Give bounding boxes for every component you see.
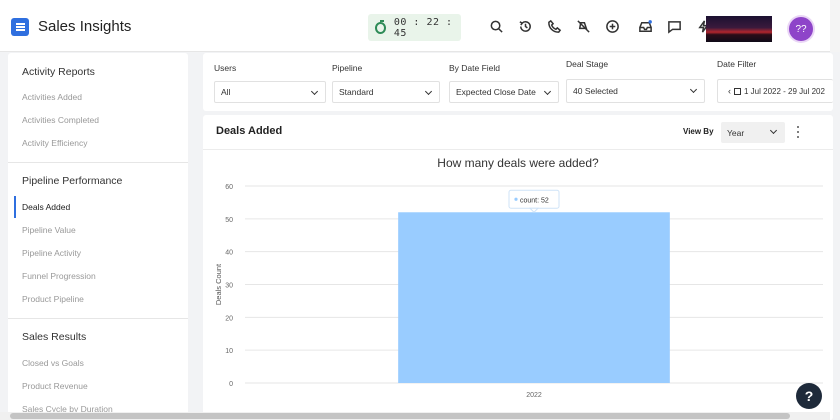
users-label: Users [214, 63, 237, 73]
bar [398, 212, 670, 383]
banner-image[interactable] [706, 16, 772, 42]
y-tick-label: 50 [225, 217, 233, 224]
sidebar-section-sales-results: Sales Results [22, 331, 87, 343]
date-filter-select[interactable]: ‹ 1 Jul 2022 - 29 Jul 202 [717, 79, 833, 103]
vertical-scrollbar[interactable] [830, 0, 840, 52]
search-icon[interactable] [488, 18, 504, 34]
tooltip-pointer [528, 207, 540, 213]
y-tick-label: 10 [225, 348, 233, 355]
top-bar: Sales Insights 00 : 22 : 45 ?? [0, 0, 840, 52]
view-by-label: View By [683, 127, 714, 136]
header-icons [488, 18, 740, 34]
history-icon[interactable] [517, 18, 533, 34]
panel-title: Deals Added [216, 125, 283, 137]
chevron-down-icon [424, 87, 433, 96]
sidebar-item-pipeline-value[interactable]: Pipeline Value [22, 225, 76, 235]
chevron-down-icon [769, 126, 778, 135]
sidebar-item-funnel-progression[interactable]: Funnel Progression [22, 271, 96, 281]
timer-value: 00 : 22 : 45 [393, 16, 453, 39]
menu-icon[interactable] [11, 18, 29, 36]
users-value: All [221, 87, 231, 97]
pipeline-value: Standard [339, 87, 374, 97]
tooltip-text: count: 52 [520, 197, 549, 204]
pipeline-label: Pipeline [332, 63, 363, 73]
deal-stage-label: Deal Stage [566, 59, 609, 69]
scrollbar-thumb[interactable] [10, 413, 790, 419]
mute-icon[interactable] [575, 18, 591, 34]
chevron-down-icon [543, 87, 552, 96]
sidebar-section-activity-reports: Activity Reports [22, 66, 95, 78]
deals-chart: How many deals were added? 0 10 20 30 40 50 60 D… [214, 156, 823, 399]
avatar[interactable]: ?? [789, 17, 813, 41]
x-tick-label: 2022 [526, 392, 542, 399]
sidebar-item-product-revenue[interactable]: Product Revenue [22, 381, 88, 391]
y-tick-label: 40 [225, 250, 233, 257]
sidebar-item-activity-efficiency[interactable]: Activity Efficiency [22, 138, 88, 148]
sidebar: Activity Reports Activities Added Activi… [8, 53, 188, 420]
chat-icon[interactable] [666, 18, 682, 34]
sidebar-section-pipeline-performance: Pipeline Performance [22, 175, 123, 187]
deals-added-panel: Deals Added View By Year How many deals … [203, 115, 833, 420]
inbox-icon[interactable] [637, 18, 653, 34]
sidebar-divider [8, 318, 188, 319]
sidebar-item-activities-completed[interactable]: Activities Completed [22, 115, 99, 125]
sidebar-item-pipeline-activity[interactable]: Pipeline Activity [22, 248, 81, 258]
date-filter-value: 1 Jul 2022 - 29 Jul 202 [744, 86, 825, 96]
phone-icon[interactable] [546, 18, 562, 34]
chevron-left-icon[interactable]: ‹ [728, 86, 731, 96]
date-field-select[interactable]: Expected Close Date [449, 81, 559, 103]
sidebar-active-indicator [14, 196, 16, 218]
users-select[interactable]: All [214, 81, 326, 103]
y-tick-label: 60 [225, 184, 233, 191]
date-field-value: Expected Close Date [456, 87, 536, 97]
help-button[interactable]: ? [796, 383, 822, 409]
sidebar-item-closed-vs-goals[interactable]: Closed vs Goals [22, 358, 84, 368]
filter-bar: Users All Pipeline Standard By Date Fiel… [203, 53, 833, 111]
horizontal-scrollbar[interactable] [0, 412, 830, 420]
sidebar-item-deals-added[interactable]: Deals Added [22, 202, 70, 212]
y-tick-label: 0 [229, 381, 233, 388]
stopwatch-icon [375, 19, 386, 34]
calendar-icon [734, 87, 741, 95]
timer[interactable]: 00 : 22 : 45 [368, 14, 461, 41]
chart-title: How many deals were added? [437, 156, 599, 170]
y-tick-label: 20 [225, 315, 233, 322]
sidebar-divider [8, 162, 188, 163]
view-by-select[interactable]: Year [721, 122, 785, 143]
chevron-down-icon [689, 85, 698, 94]
sidebar-item-activities-added[interactable]: Activities Added [22, 92, 82, 102]
y-tick-label: 30 [225, 283, 233, 290]
app-title: Sales Insights [38, 18, 132, 35]
add-circle-icon[interactable] [604, 18, 620, 34]
date-filter-label: Date Filter [717, 59, 757, 69]
more-options-icon[interactable] [795, 126, 801, 138]
pipeline-select[interactable]: Standard [332, 81, 440, 103]
tooltip-dot [514, 197, 518, 201]
view-by-value: Year [727, 127, 745, 138]
deal-stage-select[interactable]: 40 Selected [566, 79, 705, 103]
sidebar-item-product-pipeline[interactable]: Product Pipeline [22, 294, 84, 304]
y-axis-label: Deals Count [214, 263, 223, 305]
chevron-down-icon [310, 87, 319, 96]
deal-stage-value: 40 Selected [573, 86, 618, 96]
date-field-label: By Date Field [449, 63, 501, 73]
